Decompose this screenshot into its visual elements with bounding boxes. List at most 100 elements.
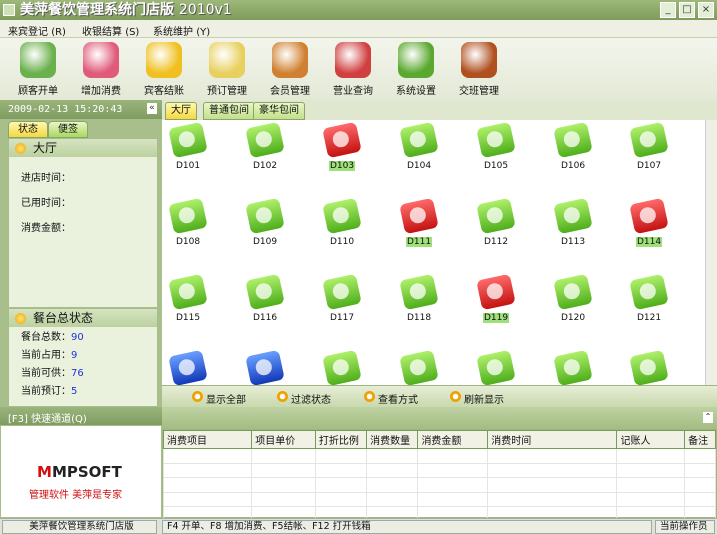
tab-status[interactable]: 状态 bbox=[8, 121, 48, 138]
table-free-icon bbox=[245, 197, 285, 235]
table-D113[interactable]: D113 bbox=[543, 197, 603, 247]
table-cell bbox=[417, 448, 489, 464]
show-all-button[interactable]: 显示全部 bbox=[192, 391, 246, 406]
table-slot-21[interactable] bbox=[162, 349, 218, 385]
status-hint: F4 开单、F8 增加消费、F5结帐、F12 打开钱箱 bbox=[162, 520, 652, 534]
vertical-scrollbar[interactable] bbox=[705, 120, 717, 385]
table-slot-25[interactable] bbox=[466, 349, 526, 385]
table-cell bbox=[684, 491, 716, 507]
tab-hall[interactable]: 大厅 bbox=[165, 102, 197, 120]
tab-luxury-room[interactable]: 豪华包间 bbox=[253, 102, 305, 120]
column-header[interactable]: 消费金额 bbox=[417, 430, 489, 449]
system-menu-icon[interactable] bbox=[3, 4, 15, 16]
menu-guest-register[interactable]: 来宾登记 (R) bbox=[8, 23, 66, 38]
table-free-icon bbox=[399, 273, 439, 311]
toolbar-label: 宾客结账 bbox=[144, 86, 184, 97]
table-name: D112 bbox=[483, 237, 509, 247]
table-free-icon bbox=[476, 197, 516, 235]
table-cell bbox=[251, 477, 316, 493]
toolbar-button-3[interactable]: 预订管理 bbox=[197, 42, 257, 97]
table-name: D108 bbox=[175, 237, 201, 247]
view-mode-button[interactable]: 查看方式 bbox=[364, 391, 418, 406]
menu-system[interactable]: 系统维护 (Y) bbox=[153, 23, 210, 38]
field-reserved: 当前预订：5 bbox=[21, 386, 78, 397]
table-D114[interactable]: D114 bbox=[619, 197, 679, 247]
table-busy-icon bbox=[399, 197, 439, 235]
table-slot-27[interactable] bbox=[619, 349, 679, 385]
column-header[interactable]: 项目单价 bbox=[251, 430, 316, 449]
table-cell bbox=[366, 491, 419, 507]
expand-icon[interactable]: ⌃ bbox=[703, 412, 713, 423]
menu-checkout[interactable]: 收银结算 (S) bbox=[82, 23, 139, 38]
column-header[interactable]: 消费项目 bbox=[162, 430, 253, 449]
close-button[interactable]: × bbox=[698, 2, 714, 18]
column-header[interactable]: 消费数量 bbox=[366, 430, 419, 449]
table-name: D106 bbox=[560, 161, 586, 171]
table-D105[interactable]: D105 bbox=[466, 121, 526, 171]
table-D119[interactable]: D119 bbox=[466, 273, 526, 323]
table-free-icon bbox=[553, 273, 593, 311]
table-D106[interactable]: D106 bbox=[543, 121, 603, 171]
quick-channel[interactable]: [F3] 快速通道(Q) bbox=[0, 407, 162, 425]
table-D115[interactable]: D115 bbox=[162, 273, 218, 323]
toolbar-label: 会员管理 bbox=[270, 86, 310, 97]
table-cell bbox=[162, 491, 253, 507]
table-D107[interactable]: D107 bbox=[619, 121, 679, 171]
table-slot-22[interactable] bbox=[235, 349, 295, 385]
table-free-icon bbox=[629, 121, 669, 159]
filter-status-button[interactable]: 过滤状态 bbox=[277, 391, 331, 406]
table-name: D111 bbox=[405, 237, 433, 247]
action-bar: 显示全部 过滤状态 查看方式 刷新显示 bbox=[162, 385, 717, 407]
table-D109[interactable]: D109 bbox=[235, 197, 295, 247]
table-D118[interactable]: D118 bbox=[389, 273, 449, 323]
column-header[interactable]: 打折比例 bbox=[314, 430, 368, 449]
table-D104[interactable]: D104 bbox=[389, 121, 449, 171]
toolbar-button-5[interactable]: 营业查询 bbox=[323, 42, 383, 97]
table-cell bbox=[417, 462, 489, 478]
toolbar-button-7[interactable]: 交班管理 bbox=[449, 42, 509, 97]
clock-icon bbox=[209, 42, 245, 78]
table-D101[interactable]: D101 bbox=[162, 121, 218, 171]
table-slot-26[interactable] bbox=[543, 349, 603, 385]
refresh-button[interactable]: 刷新显示 bbox=[450, 391, 504, 406]
table-D116[interactable]: D116 bbox=[235, 273, 295, 323]
tab-standard-room[interactable]: 普通包间 bbox=[203, 102, 255, 120]
toolbar-label: 顾客开单 bbox=[18, 86, 58, 97]
dollar-arrow-icon bbox=[146, 42, 182, 78]
bullet-icon bbox=[15, 313, 26, 324]
table-slot-23[interactable] bbox=[312, 349, 372, 385]
table-D103[interactable]: D103 bbox=[312, 121, 372, 171]
toolbar-button-4[interactable]: 会员管理 bbox=[260, 42, 320, 97]
table-cell bbox=[417, 491, 489, 507]
table-cell bbox=[616, 477, 686, 493]
table-slot-24[interactable] bbox=[389, 349, 449, 385]
field-amount: 消费金额： bbox=[21, 223, 71, 234]
table-D102[interactable]: D102 bbox=[235, 121, 295, 171]
minimize-button[interactable]: _ bbox=[660, 2, 676, 18]
hall-section: 大厅 进店时间： 已用时间： 消费金额： bbox=[8, 138, 158, 308]
clock: 2009-02-13 15:20:43 « bbox=[0, 100, 162, 119]
table-D117[interactable]: D117 bbox=[312, 273, 372, 323]
toolbar-button-2[interactable]: 宾客结账 bbox=[134, 42, 194, 97]
section-title: 餐台总状态 bbox=[33, 311, 94, 325]
table-busy-icon bbox=[322, 121, 362, 159]
table-D121[interactable]: D121 bbox=[619, 273, 679, 323]
table-name: D118 bbox=[406, 313, 432, 323]
toolbar-button-1[interactable]: 增加消费 bbox=[71, 42, 131, 97]
table-D108[interactable]: D108 bbox=[162, 197, 218, 247]
toolbar-button-6[interactable]: 系统设置 bbox=[386, 42, 446, 97]
table-D120[interactable]: D120 bbox=[543, 273, 603, 323]
column-header[interactable]: 备注 bbox=[684, 430, 716, 449]
maximize-button[interactable]: □ bbox=[679, 2, 695, 18]
table-D110[interactable]: D110 bbox=[312, 197, 372, 247]
tab-notes[interactable]: 便签 bbox=[48, 121, 88, 138]
table-D111[interactable]: D111 bbox=[389, 197, 449, 247]
slogan: 管理软件 美萍是专家 bbox=[29, 490, 123, 501]
column-header[interactable]: 消费时间 bbox=[487, 430, 618, 449]
table-D112[interactable]: D112 bbox=[466, 197, 526, 247]
column-header[interactable]: 记账人 bbox=[616, 430, 686, 449]
toolbar-button-0[interactable]: 顾客开单 bbox=[8, 42, 68, 97]
collapse-button[interactable]: « bbox=[147, 103, 157, 114]
table-free-icon bbox=[168, 197, 208, 235]
field-available: 当前可供：76 bbox=[21, 368, 84, 379]
